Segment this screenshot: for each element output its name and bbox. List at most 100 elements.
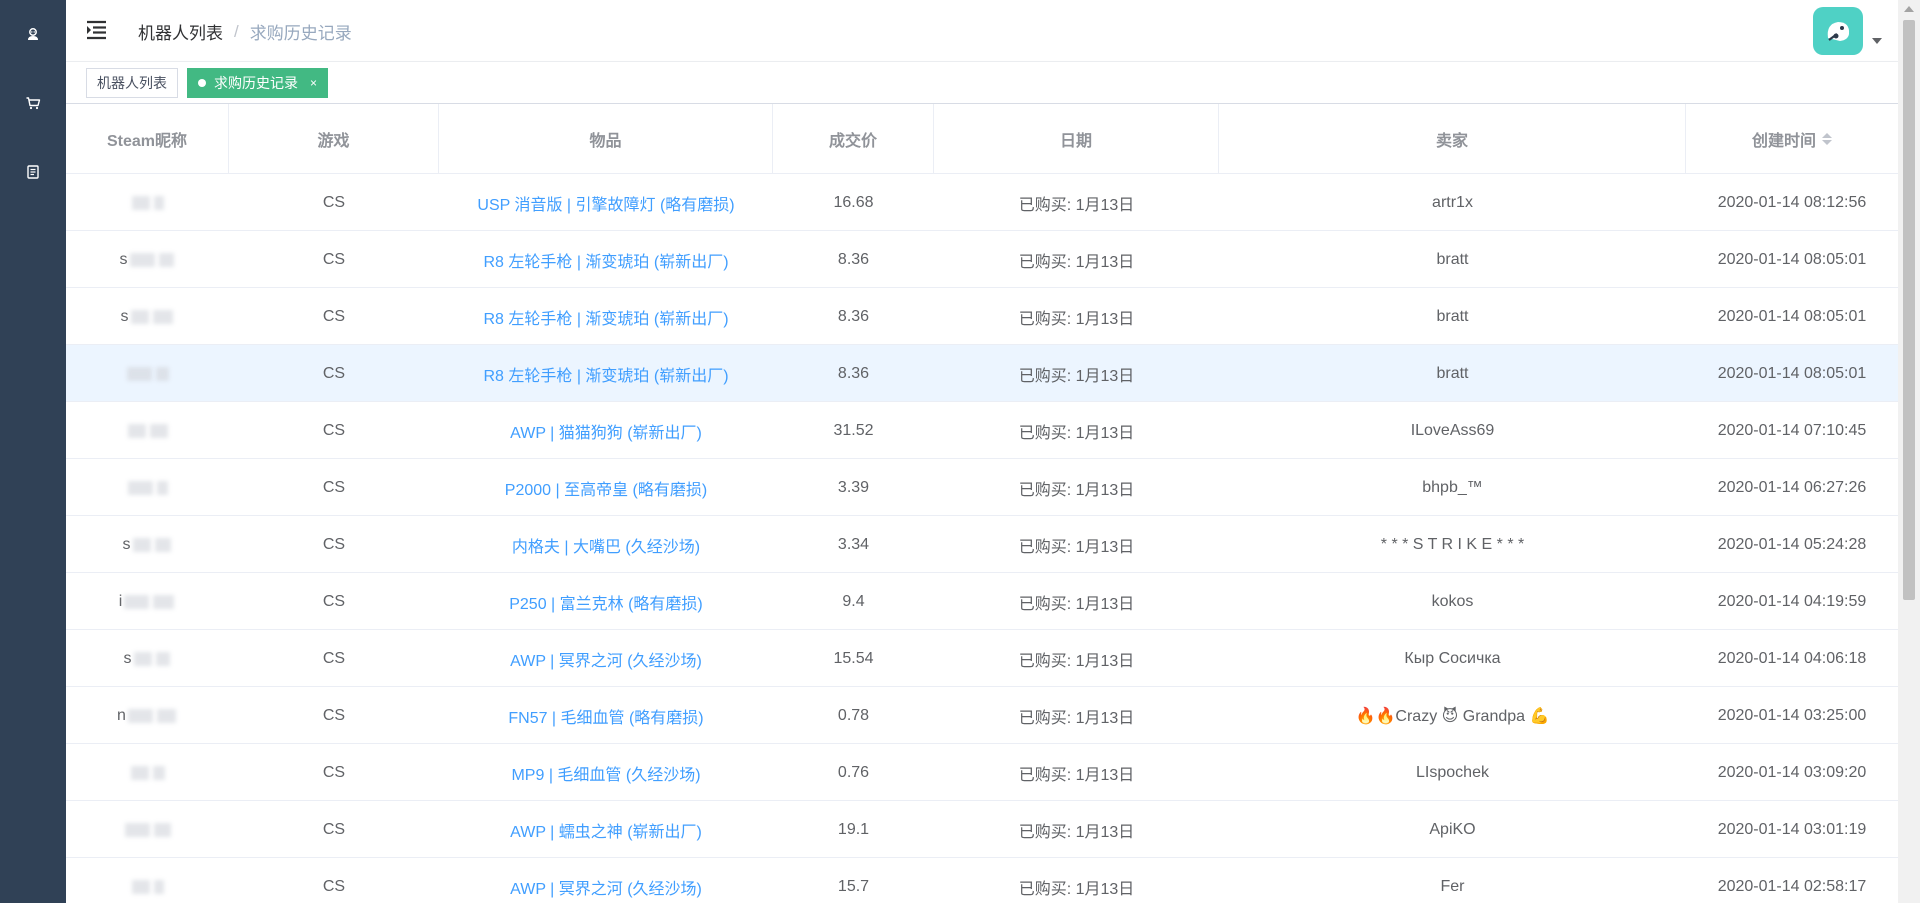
cell-date: 已购买: 1月13日 [1018, 766, 1135, 784]
redacted-nick-blur [124, 822, 150, 837]
table-row[interactable]: s CS R8 左轮手枪 | 渐变琥珀 (崭新出厂) 8.36 已购买: 1月13日 br… [66, 231, 1898, 288]
cell-price: 8.36 [837, 307, 870, 325]
cell-created-time: 2020-01-14 05:24:28 [1717, 535, 1867, 553]
redacted-nick-blur [153, 195, 164, 210]
table-row[interactable]: i CS P250 | 富兰克林 (略有磨损) 9.4 已购买: 1月13日 kokos 2… [66, 573, 1898, 630]
cell-steam-nick [66, 459, 229, 516]
redacted-nick-blur [156, 480, 168, 495]
table-row[interactable]: CS AWP | 冥界之河 (久经沙场) 15.7 已购买: 1月13日 Fer 2020… [66, 858, 1898, 903]
cell-seller: ILoveAss69 [1410, 421, 1495, 439]
cell-item-link[interactable]: USP 消音版 | 引擎故障灯 (略有磨损) [439, 174, 773, 231]
cell-steam-nick: i [66, 573, 229, 630]
cell-seller: LIspochek [1416, 763, 1489, 781]
cell-item-link[interactable]: P2000 | 至高帝皇 (略有磨损) [439, 459, 773, 516]
cell-game: CS [322, 478, 346, 496]
cell-created-time: 2020-01-14 08:05:01 [1717, 364, 1867, 382]
cell-date: 已购买: 1月13日 [1018, 253, 1135, 271]
cell-price: 15.7 [837, 877, 870, 895]
main-content: 机器人列表 / 求购历史记录 机器人列表 求购历史记录 × Steam昵称 游戏… [66, 0, 1898, 903]
column-header-created-time[interactable]: 创建时间 [1686, 104, 1898, 174]
cell-game: CS [322, 763, 346, 781]
cell-price: 3.34 [837, 535, 870, 553]
menu-toggle-icon[interactable] [84, 17, 110, 43]
redacted-nick-blur [149, 423, 168, 438]
breadcrumb-robot-list[interactable]: 机器人列表 [138, 19, 223, 44]
close-icon[interactable]: × [310, 76, 317, 90]
tag-purchase-history[interactable]: 求购历史记录 × [187, 68, 329, 98]
column-header-date: 日期 [934, 104, 1219, 174]
table-row[interactable]: s CS R8 左轮手枪 | 渐变琥珀 (崭新出厂) 8.36 已购买: 1月13日 br… [66, 288, 1898, 345]
table-row[interactable]: CS AWP | 猫猫狗狗 (崭新出厂) 31.52 已购买: 1月13日 ILoveA… [66, 402, 1898, 459]
cell-date: 已购买: 1月13日 [1018, 424, 1135, 442]
cell-date: 已购买: 1月13日 [1018, 481, 1135, 499]
redacted-nick-blur [131, 879, 150, 894]
cell-created-time: 2020-01-14 03:01:19 [1717, 820, 1867, 838]
table-row[interactable]: CS R8 左轮手枪 | 渐变琥珀 (崭新出厂) 8.36 已购买: 1月13日 bra… [66, 345, 1898, 402]
sidebar-item-purchases[interactable] [0, 83, 66, 123]
breadcrumb-purchase-history: 求购历史记录 [249, 24, 352, 43]
table-row[interactable]: CS USP 消音版 | 引擎故障灯 (略有磨损) 16.68 已购买: 1月13日 a… [66, 174, 1898, 231]
column-header-game: 游戏 [229, 104, 439, 174]
table-row[interactable]: CS MP9 | 毛细血管 (久经沙场) 0.76 已购买: 1月13日 LIspoch… [66, 744, 1898, 801]
cell-item-link[interactable]: AWP | 猫猫狗狗 (崭新出厂) [439, 402, 773, 459]
cell-game: CS [322, 535, 346, 553]
table-row[interactable]: CS AWP | 蠕虫之神 (崭新出厂) 19.1 已购买: 1月13日 ApiKO 20… [66, 801, 1898, 858]
redacted-nick-blur [156, 708, 176, 723]
cell-item-link[interactable]: R8 左轮手枪 | 渐变琥珀 (崭新出厂) [439, 345, 773, 402]
cell-item-link[interactable]: R8 左轮手枪 | 渐变琥珀 (崭新出厂) [439, 231, 773, 288]
table-row[interactable]: s CS AWP | 冥界之河 (久经沙场) 15.54 已购买: 1月13日 Кыр С… [66, 630, 1898, 687]
cell-game: CS [322, 820, 346, 838]
redacted-nick-blur [158, 252, 174, 267]
cell-price: 3.39 [837, 478, 870, 496]
cell-steam-nick: s [66, 231, 229, 288]
cell-steam-nick [66, 402, 229, 459]
tag-robot-list[interactable]: 机器人列表 [86, 68, 178, 98]
cell-game: CS [322, 592, 346, 610]
cell-item-link[interactable]: P250 | 富兰克林 (略有磨损) [439, 573, 773, 630]
cell-item-link[interactable]: FN57 | 毛细血管 (略有磨损) [439, 687, 773, 744]
cell-date: 已购买: 1月13日 [1018, 823, 1135, 841]
cell-date: 已购买: 1月13日 [1018, 880, 1135, 898]
cell-steam-nick [66, 744, 229, 801]
cell-steam-nick: n [66, 687, 229, 744]
cell-game: CS [322, 193, 346, 211]
cell-seller: kokos [1431, 592, 1474, 610]
sidebar-item-records[interactable] [0, 152, 66, 192]
sidebar [0, 0, 66, 903]
cell-created-time: 2020-01-14 04:19:59 [1717, 592, 1867, 610]
cell-date: 已购买: 1月13日 [1018, 595, 1135, 613]
redacted-nick-blur [154, 537, 171, 552]
cell-game: CS [322, 649, 346, 667]
table-row[interactable]: n CS FN57 | 毛细血管 (略有磨损) 0.78 已购买: 1月13日 🔥🔥Cra… [66, 687, 1898, 744]
cart-icon [26, 97, 41, 110]
redacted-nick-blur [124, 594, 150, 609]
cell-item-link[interactable]: MP9 | 毛细血管 (久经沙场) [439, 744, 773, 801]
table-body: CS USP 消音版 | 引擎故障灯 (略有磨损) 16.68 已购买: 1月13日 a… [66, 174, 1898, 903]
cell-item-link[interactable]: AWP | 蠕虫之神 (崭新出厂) [439, 801, 773, 858]
cell-item-link[interactable]: R8 左轮手枪 | 渐变琥珀 (崭新出厂) [439, 288, 773, 345]
cell-price: 16.68 [833, 193, 874, 211]
table-row[interactable]: s CS 内格夫 | 大嘴巴 (久经沙场) 3.34 已购买: 1月13日 * * * S… [66, 516, 1898, 573]
redacted-nick-blur [127, 708, 153, 723]
cell-game: CS [322, 250, 346, 268]
scroll-up-arrow-icon[interactable] [1904, 6, 1914, 12]
cell-steam-nick: s [66, 516, 229, 573]
cell-item-link[interactable]: 内格夫 | 大嘴巴 (久经沙场) [439, 516, 773, 573]
sort-caret-icon[interactable] [1822, 133, 1832, 145]
user-dropdown-caret-icon[interactable] [1872, 38, 1882, 44]
avatar[interactable] [1813, 7, 1863, 55]
cell-item-link[interactable]: AWP | 冥界之河 (久经沙场) [439, 858, 773, 903]
navbar: 机器人列表 / 求购历史记录 [66, 0, 1898, 62]
table-header: Steam昵称 游戏 物品 成交价 日期 卖家 创建时间 [66, 104, 1898, 174]
page-scrollbar[interactable] [1898, 0, 1920, 903]
sidebar-item-robots[interactable] [0, 14, 66, 54]
redacted-nick-blur [130, 765, 149, 780]
cell-created-time: 2020-01-14 02:58:17 [1717, 877, 1867, 895]
cell-item-link[interactable]: AWP | 冥界之河 (久经沙场) [439, 630, 773, 687]
redacted-nick-blur [153, 594, 175, 609]
redacted-nick-blur [129, 252, 155, 267]
scroll-thumb[interactable] [1903, 20, 1915, 600]
redacted-nick-blur [155, 366, 169, 381]
table-row[interactable]: CS P2000 | 至高帝皇 (略有磨损) 3.39 已购买: 1月13日 bhpb_… [66, 459, 1898, 516]
cell-game: CS [322, 706, 346, 724]
